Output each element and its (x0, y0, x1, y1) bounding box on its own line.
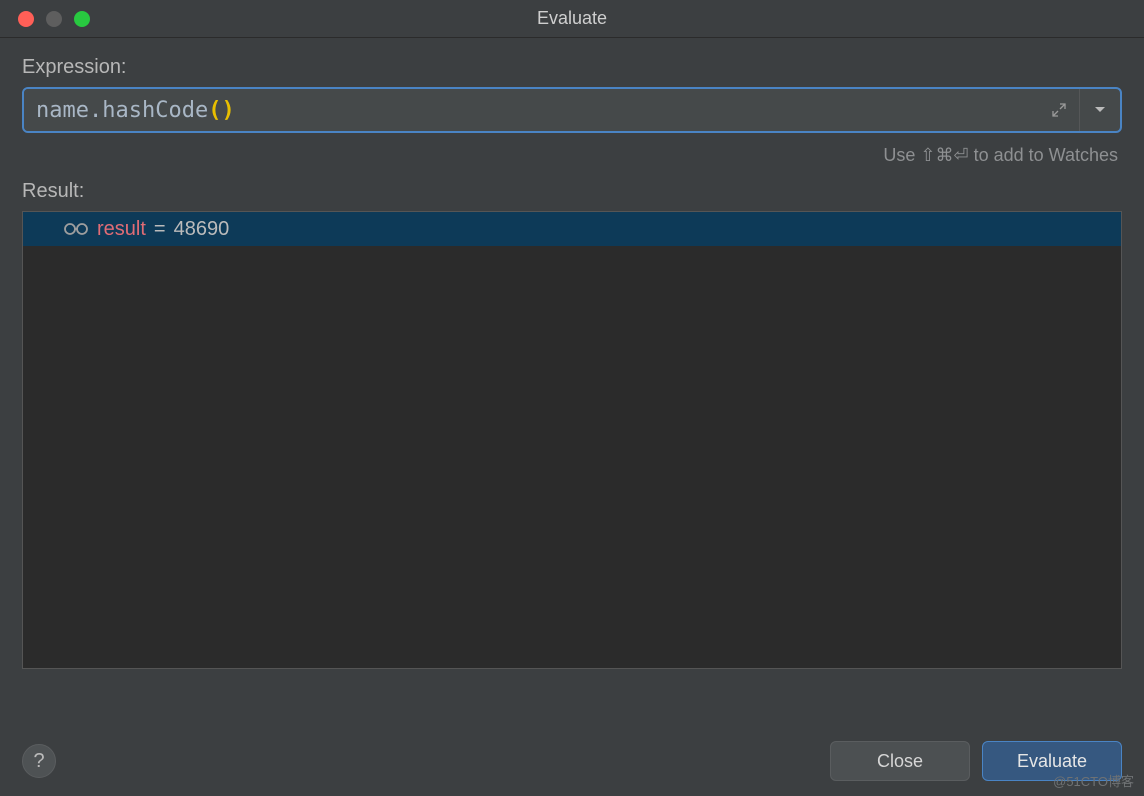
code-token-paren-close: ) (221, 98, 234, 123)
expression-input[interactable]: name.hashCode() (24, 89, 1039, 131)
watch-glasses-icon (63, 222, 89, 236)
code-token-dot: . (89, 98, 102, 123)
expression-label: Expression: (22, 56, 1122, 79)
result-value: 48690 (174, 218, 230, 241)
close-button[interactable]: Close (830, 741, 970, 781)
content-area: Expression: name.hashCode() Use ⇧⌘⏎ to a… (0, 38, 1144, 669)
result-row[interactable]: result = 48690 (23, 212, 1121, 246)
result-equals: = (154, 218, 166, 241)
maximize-window-icon[interactable] (74, 11, 90, 27)
history-dropdown-button[interactable] (1080, 89, 1120, 131)
watermark: @51CTO博客 (1053, 771, 1134, 790)
titlebar: Evaluate (0, 0, 1144, 38)
hint-text: Use ⇧⌘⏎ to add to Watches (22, 145, 1122, 166)
result-section: Result: result = 48690 (22, 180, 1122, 669)
result-variable-name: result (97, 218, 146, 241)
result-label: Result: (22, 180, 1122, 203)
result-panel: result = 48690 (22, 211, 1122, 669)
window-title: Evaluate (0, 8, 1144, 29)
code-token-method: hashCode (102, 98, 208, 123)
minimize-window-icon[interactable] (46, 11, 62, 27)
expand-icon[interactable] (1039, 89, 1079, 131)
code-token-name: name (36, 98, 89, 123)
window-controls (0, 11, 90, 27)
expression-field-wrapper: name.hashCode() (22, 87, 1122, 133)
footer: ? Close Evaluate (0, 726, 1144, 796)
code-token-paren-open: ( (208, 98, 221, 123)
close-window-icon[interactable] (18, 11, 34, 27)
help-button[interactable]: ? (22, 744, 56, 778)
